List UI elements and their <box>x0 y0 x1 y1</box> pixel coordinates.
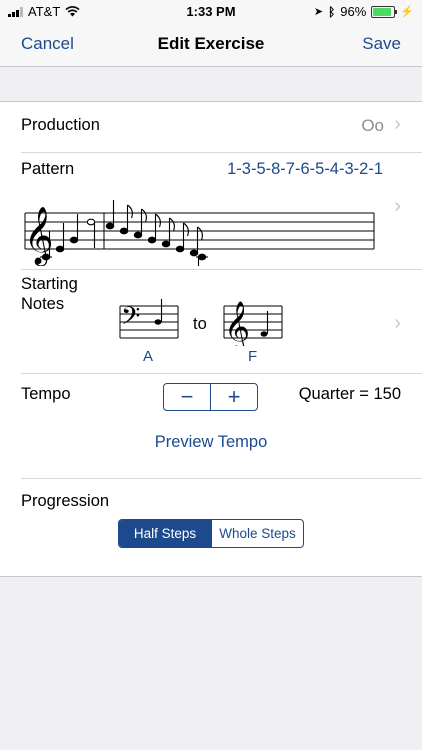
status-bar: AT&T 1:33 PM ➤ ᛒ 96% ⚡ <box>0 0 422 22</box>
preview-tempo-button[interactable]: Preview Tempo <box>0 433 422 452</box>
battery-percent: 96% <box>340 4 367 19</box>
starting-notes-row[interactable]: Starting Notes 𝄢 A to 𝄞 F › <box>0 270 422 373</box>
from-note-name: A <box>143 348 154 365</box>
location-icon: ➤ <box>313 6 324 18</box>
exercise-settings-panel: Production Oo › Pattern 1-3-5-8-7-6-5-4-… <box>0 101 422 577</box>
chevron-right-icon: › <box>394 195 401 217</box>
status-right: ➤ ᛒ 96% ⚡ <box>314 4 414 19</box>
tempo-stepper[interactable]: − + <box>163 383 258 411</box>
starting-notes-label-line2: Notes <box>21 295 65 313</box>
charging-icon: ⚡ <box>400 6 414 18</box>
navigation-bar: Cancel Edit Exercise Save <box>0 22 422 67</box>
bass-clef-icon: 𝄢 <box>121 302 140 337</box>
to-word: to <box>193 315 207 333</box>
pattern-staff: 𝄞 <box>24 200 375 266</box>
tempo-decrease-button[interactable]: − <box>164 384 211 410</box>
pattern-value: 1-3-5-8-7-6-5-4-3-2-1 <box>227 160 383 178</box>
production-row[interactable]: Production Oo › <box>0 102 422 152</box>
starting-notes-label-line1: Starting <box>21 275 78 293</box>
to-note-name: F <box>248 348 258 365</box>
pattern-notes <box>40 200 208 266</box>
progression-segmented-control[interactable]: Half Steps Whole Steps <box>118 519 304 548</box>
tempo-label: Tempo <box>21 385 71 403</box>
pattern-label: Pattern <box>21 160 75 178</box>
chevron-right-icon: › <box>394 113 401 135</box>
separator <box>21 478 422 479</box>
battery-fill <box>373 7 391 16</box>
production-label: Production <box>21 116 100 134</box>
half-steps-segment[interactable]: Half Steps <box>119 520 211 547</box>
progression-label: Progression <box>21 492 110 510</box>
tempo-increase-button[interactable]: + <box>211 384 257 410</box>
battery-icon <box>371 5 398 18</box>
chevron-right-icon: › <box>394 312 401 334</box>
bluetooth-icon: ᛒ <box>328 4 336 19</box>
tempo-value: Quarter = 150 <box>298 385 401 403</box>
production-value: Oo <box>361 116 384 135</box>
separator <box>21 373 422 374</box>
page-title: Edit Exercise <box>157 34 265 53</box>
whole-steps-segment[interactable]: Whole Steps <box>211 520 303 547</box>
save-button[interactable]: Save <box>362 34 401 54</box>
to-note-staff: 𝄞 <box>223 301 283 346</box>
from-note-staff: 𝄢 <box>119 299 179 339</box>
pattern-row[interactable]: Pattern 1-3-5-8-7-6-5-4-3-2-1 𝄞 › <box>0 153 422 269</box>
treble-clef-icon: 𝄞 <box>224 301 250 346</box>
